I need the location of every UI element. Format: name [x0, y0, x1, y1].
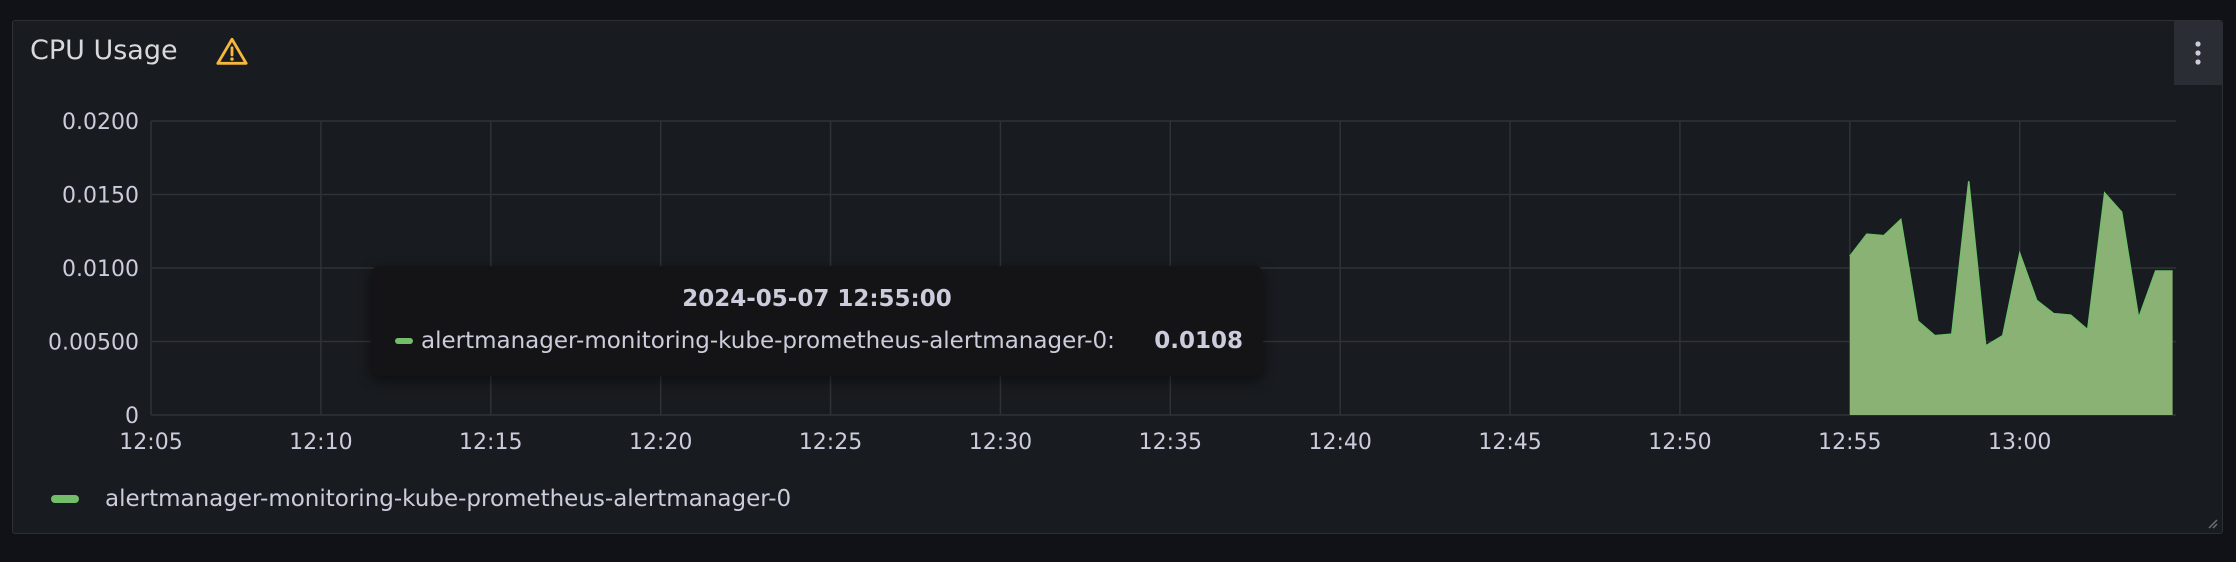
x-tick-label: 12:05: [119, 430, 182, 455]
y-tick-label: 0.0100: [62, 257, 139, 282]
x-tick-label: 13:00: [1988, 430, 2051, 455]
tooltip-value: 0.0108: [1154, 328, 1243, 354]
x-tick-label: 12:45: [1478, 430, 1541, 455]
x-tick-label: 12:40: [1308, 430, 1371, 455]
chart-legend: alertmanager-monitoring-kube-prometheus-…: [51, 481, 791, 517]
x-tick-label: 12:10: [289, 430, 352, 455]
tooltip-timestamp: 2024-05-07 12:55:00: [682, 286, 952, 312]
x-axis-ticks: 12:05 12:10 12:15 12:20 12:25 12:30 12:35 12:40…: [119, 430, 2051, 455]
x-tick-label: 12:30: [969, 430, 1032, 455]
legend-item-label[interactable]: alertmanager-monitoring-kube-prometheus-…: [105, 486, 791, 512]
x-tick-label: 12:25: [799, 430, 862, 455]
legend-color-swatch[interactable]: [51, 495, 79, 503]
x-tick-label: 12:35: [1139, 430, 1202, 455]
y-tick-label: 0.0200: [62, 110, 139, 135]
y-tick-label: 0.00500: [48, 331, 139, 356]
y-axis-ticks: 0 0.00500 0.0100 0.0150 0.0200: [48, 110, 139, 429]
series-layer: [1849, 181, 2173, 415]
resize-handle-icon[interactable]: [2206, 517, 2218, 529]
x-tick-label: 12:50: [1648, 430, 1711, 455]
y-tick-label: 0: [125, 404, 139, 429]
x-tick-label: 12:55: [1818, 430, 1881, 455]
chart-tooltip: 2024-05-07 12:55:00 alertmanager-monitor…: [371, 266, 1263, 376]
x-tick-label: 12:15: [459, 430, 522, 455]
y-tick-label: 0.0150: [62, 184, 139, 209]
x-tick-label: 12:20: [629, 430, 692, 455]
tooltip-series-name: alertmanager-monitoring-kube-prometheus-…: [421, 328, 1115, 354]
tooltip-color-swatch: [395, 338, 413, 344]
tooltip-row: alertmanager-monitoring-kube-prometheus-…: [395, 326, 1243, 356]
